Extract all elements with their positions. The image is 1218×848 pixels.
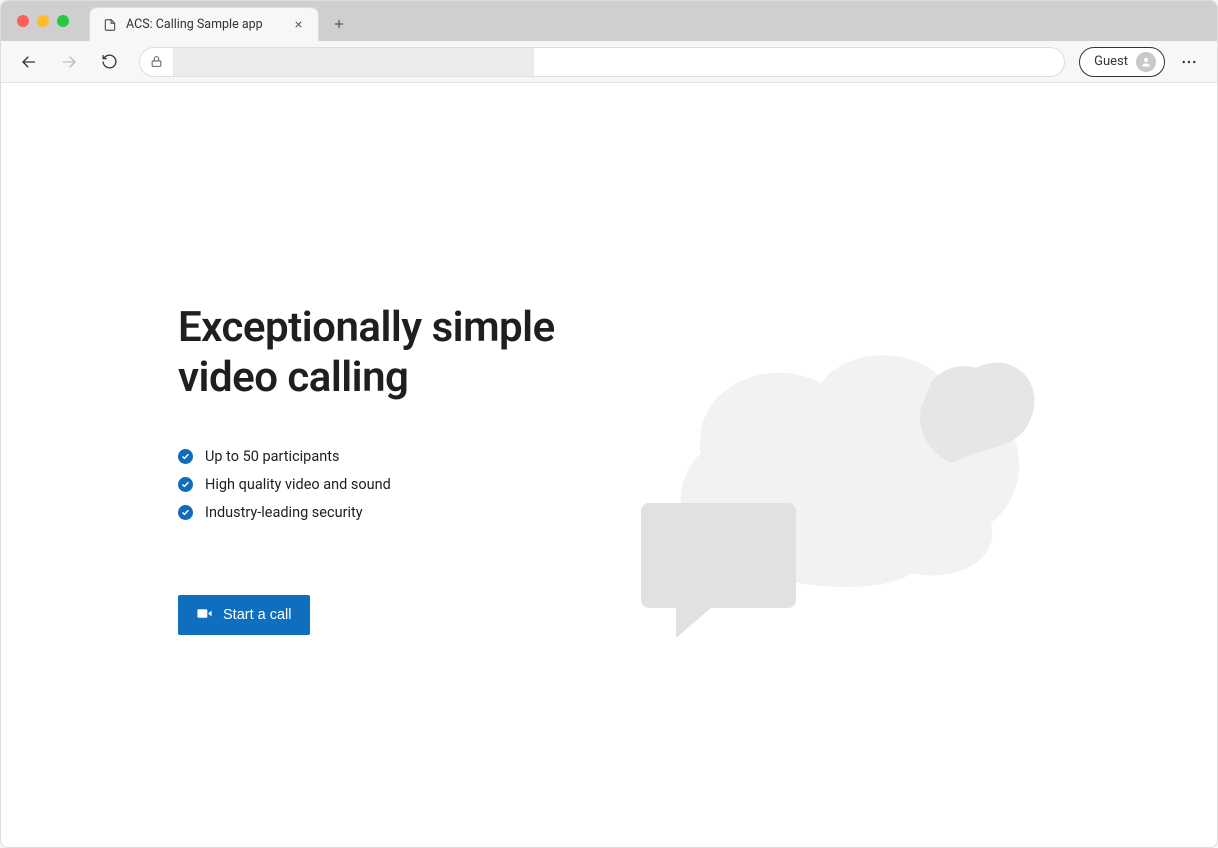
- hero-heading-line1: Exceptionally simple: [178, 303, 555, 352]
- tab-title: ACS: Calling Sample app: [126, 17, 282, 32]
- hero-heading: Exceptionally simple video calling: [178, 303, 598, 402]
- window-maximize-button[interactable]: [57, 15, 69, 27]
- feature-label: High quality video and sound: [205, 476, 391, 493]
- browser-toolbar: Guest: [1, 41, 1217, 83]
- address-bar-highlight: [174, 48, 534, 76]
- profile-button[interactable]: Guest: [1079, 47, 1165, 77]
- address-input[interactable]: [534, 48, 1064, 76]
- page-favicon-icon: [102, 17, 118, 33]
- start-call-button[interactable]: Start a call: [178, 595, 310, 635]
- checkmark-icon: [178, 477, 193, 492]
- nav-back-button[interactable]: [13, 46, 45, 78]
- hero-illustration: [621, 293, 1061, 673]
- browser-window: ACS: Calling Sample app Guest: [0, 0, 1218, 848]
- window-close-button[interactable]: [17, 15, 29, 27]
- start-call-label: Start a call: [223, 607, 292, 623]
- tab-close-button[interactable]: [290, 17, 306, 33]
- refresh-button[interactable]: [93, 46, 125, 78]
- browser-menu-button[interactable]: [1173, 46, 1205, 78]
- window-minimize-button[interactable]: [37, 15, 49, 27]
- window-controls: [9, 1, 77, 41]
- tab-strip: ACS: Calling Sample app: [1, 1, 1217, 41]
- checkmark-icon: [178, 505, 193, 520]
- feature-item: Industry-leading security: [178, 504, 598, 521]
- feature-item: Up to 50 participants: [178, 448, 598, 465]
- site-security-icon[interactable]: [140, 48, 174, 76]
- nav-forward-button[interactable]: [53, 46, 85, 78]
- profile-label: Guest: [1094, 54, 1128, 69]
- feature-item: High quality video and sound: [178, 476, 598, 493]
- feature-list: Up to 50 participants High quality video…: [178, 448, 598, 521]
- video-camera-icon: [196, 605, 213, 626]
- hero-section: Exceptionally simple video calling Up to…: [178, 303, 598, 635]
- browser-tab-active[interactable]: ACS: Calling Sample app: [89, 7, 319, 41]
- feature-label: Industry-leading security: [205, 504, 363, 521]
- hero-heading-line2: video calling: [178, 353, 408, 402]
- page-content: Exceptionally simple video calling Up to…: [1, 83, 1217, 847]
- feature-label: Up to 50 participants: [205, 448, 339, 465]
- new-tab-button[interactable]: [325, 10, 353, 38]
- profile-avatar-icon: [1136, 52, 1156, 72]
- address-bar[interactable]: [139, 47, 1065, 77]
- checkmark-icon: [178, 449, 193, 464]
